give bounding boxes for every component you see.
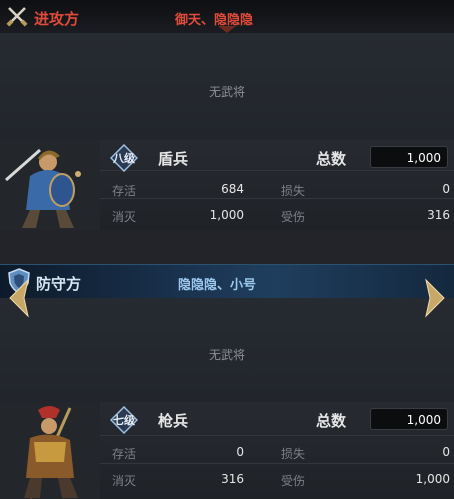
attacker-no-general-text: 无武将	[208, 85, 245, 99]
stat-label-wounded: 受伤	[281, 474, 306, 488]
defender-general-area: 无武将	[0, 298, 454, 402]
unit-type: 枪兵	[158, 412, 189, 430]
defender-unit-panel: 七级 枪兵 总数 1,000 存活 0 损失 0 消灭 316 受伤 1,000	[0, 402, 454, 499]
defender-title: 防守方	[36, 275, 82, 293]
stat-label-killed: 消灭	[112, 210, 137, 224]
unit-rank: 八级	[113, 152, 135, 165]
defender-no-general-text: 无武将	[208, 348, 245, 362]
spear-soldier-portrait	[0, 402, 100, 499]
stat-value-killed: 316	[221, 472, 244, 486]
attacker-header: 进攻方 御天、隐隐隐	[0, 0, 454, 33]
stat-label-alive: 存活	[112, 184, 137, 198]
row-divider	[100, 170, 454, 171]
attacker-players: 御天、隐隐隐	[175, 13, 254, 28]
row-divider	[100, 463, 454, 464]
stat-label-alive: 存活	[112, 447, 137, 461]
stat-label-wounded: 受伤	[281, 210, 306, 224]
stat-value-wounded: 316	[427, 208, 450, 222]
stat-value-wounded: 1,000	[415, 472, 450, 486]
shield-soldier-portrait	[0, 140, 100, 230]
row-divider	[100, 198, 454, 199]
stat-value-alive: 0	[236, 445, 244, 459]
unit-rank: 七级	[113, 414, 135, 427]
total-value: 1,000	[370, 408, 448, 430]
attacker-general-area: 无武将	[0, 33, 454, 140]
unit-type: 盾兵	[158, 150, 189, 168]
total-value: 1,000	[370, 146, 448, 168]
stat-label-lost: 损失	[281, 447, 306, 461]
crossed-swords-icon	[6, 7, 28, 27]
attacker-title: 进攻方	[34, 10, 80, 28]
attacker-unit-panel: 八级 盾兵 总数 1,000 存活 684 损失 0 消灭 1,000 受伤 3…	[0, 140, 454, 230]
stat-value-lost: 0	[442, 445, 450, 459]
defender-header: 防守方 隐隐隐、小号	[0, 264, 454, 299]
section-gap	[0, 230, 454, 264]
stat-value-killed: 1,000	[209, 208, 244, 222]
row-divider	[100, 435, 454, 436]
stat-value-alive: 684	[221, 182, 244, 196]
chevron-right-icon[interactable]	[420, 276, 450, 320]
defender-players: 隐隐隐、小号	[178, 278, 257, 293]
stat-label-lost: 损失	[281, 184, 306, 198]
stat-label-killed: 消灭	[112, 474, 137, 488]
total-label: 总数	[316, 150, 347, 168]
total-label: 总数	[316, 412, 347, 430]
stat-value-lost: 0	[442, 182, 450, 196]
header-notch	[218, 26, 236, 33]
chevron-left-icon[interactable]	[4, 276, 34, 320]
